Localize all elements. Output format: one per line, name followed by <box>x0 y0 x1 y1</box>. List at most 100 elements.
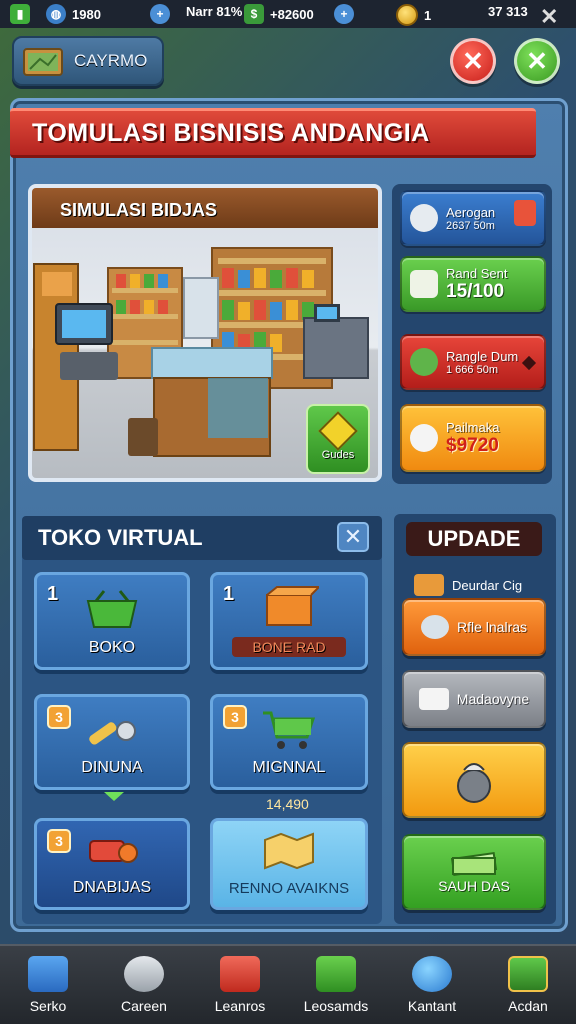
toolkit-icon <box>89 840 138 863</box>
diamond-icon <box>521 355 537 371</box>
nav-label: Leanros <box>214 998 266 1014</box>
toko-tile-mignnal[interactable]: 3 MIGNNAL <box>210 694 368 790</box>
tile-label: BONE RAD <box>232 637 346 657</box>
nav-item-leosamds[interactable]: Leosamds <box>288 946 384 1024</box>
tile-number: 3 <box>223 705 247 729</box>
nav-item-acdan[interactable]: Acdan <box>480 946 576 1024</box>
store-sign: SIMULASI BIDJAS <box>60 200 218 220</box>
side-card-pailmaka[interactable]: Pailmaka $9720 <box>400 404 546 472</box>
map-icon <box>264 832 314 870</box>
register-icon <box>410 270 438 298</box>
update-note: Deurdar Cig <box>414 574 522 596</box>
update-note-text: Deurdar Cig <box>452 577 523 593</box>
pot-icon <box>420 615 449 639</box>
toko-header: TOKO VIRTUAL <box>22 516 382 560</box>
confirm-button[interactable]: ✕ <box>514 38 560 84</box>
check-icon: ✕ <box>526 45 548 76</box>
stat-value-3: +82600 <box>270 6 314 22</box>
box-icon <box>266 586 319 626</box>
update-button-3[interactable] <box>402 742 546 818</box>
basket-icon <box>220 956 260 992</box>
update-button-1[interactable]: Rfle lnalras <box>402 598 546 656</box>
nav-label: Serko <box>29 998 67 1014</box>
nav-label: Careen <box>121 998 167 1014</box>
toko-tile-boko[interactable]: 1 BOKO <box>34 572 190 670</box>
map-icon <box>23 48 63 76</box>
tile-number: 1 <box>223 583 235 605</box>
nav-label: Acdan <box>508 998 548 1014</box>
toko-tile-bone-rad[interactable]: 1 BONE RAD <box>210 572 368 670</box>
toko-title: TOKO VIRTUAL <box>38 525 203 550</box>
cancel-button[interactable]: ✕ <box>450 38 496 84</box>
cart-icon <box>263 711 316 749</box>
close-icon[interactable]: ✕ <box>540 4 558 30</box>
toko-close-button[interactable]: ✕ <box>337 522 369 552</box>
toko-tile-renno-avaikns[interactable]: RENNO AVAIKNS <box>210 818 368 910</box>
close-icon: ✕ <box>343 524 363 549</box>
toko-tile-dinuna[interactable]: 3 DINUNA <box>34 694 190 790</box>
globe-icon <box>412 956 452 992</box>
update-button-label: SAUH DAS <box>438 878 510 894</box>
side-card-title: Rand Sent <box>446 265 508 281</box>
coin-icon <box>396 4 418 26</box>
toko-tile-dnabijas[interactable]: 3 DNABIJAS <box>34 818 190 910</box>
side-card-value: 1 666 50m <box>446 363 498 376</box>
store-scene: SIMULASI BIDJAS Gudes <box>28 184 382 482</box>
nav-item-leanros[interactable]: Leanros <box>192 946 288 1024</box>
side-card-aerogan[interactable]: Aerogan 2637 50m <box>400 190 546 246</box>
back-button-label: CAYRMO <box>74 51 148 70</box>
plus-icon[interactable]: + <box>150 4 170 24</box>
close-icon: ✕ <box>462 45 484 76</box>
key-icon <box>124 956 164 992</box>
side-card-rangle-dum[interactable]: Rangle Dum 1 666 50m <box>400 334 546 390</box>
side-card-title: Rangle Dum <box>446 348 519 364</box>
gear-icon <box>410 204 438 232</box>
box-icon <box>418 688 449 710</box>
bag-icon <box>457 763 491 803</box>
side-card-value: $9720 <box>446 434 499 456</box>
nav-item-serko[interactable]: Serko <box>0 946 96 1024</box>
flag-icon <box>514 200 536 226</box>
price-note: 14,490 <box>266 796 309 812</box>
back-button[interactable]: CAYRMO <box>12 36 164 86</box>
nav-label: Kantant <box>407 998 457 1014</box>
tile-label: DNABIJAS <box>72 879 152 896</box>
page-title: TOMULASI BISNISIS ANDANGIA <box>32 118 430 147</box>
tile-label: RENNO AVAIKNS <box>228 880 350 897</box>
stat-value-4: 37 313 <box>488 4 528 19</box>
status-bar: ▮ ◍ 1980 + Narr 81% $ +82600 + 1 37 313 … <box>0 0 576 30</box>
update-button-label: Rfle lnalras <box>456 619 528 635</box>
box-icon <box>414 574 444 596</box>
update-button-label: Madaovyne <box>456 691 530 707</box>
tools-icon <box>89 721 136 745</box>
vegetable-icon <box>410 348 438 376</box>
side-card-rand-sent[interactable]: Rand Sent 15/100 <box>400 256 546 312</box>
chevron-down-icon <box>104 792 124 801</box>
plus-icon[interactable]: + <box>334 4 354 24</box>
update-button-4[interactable]: SAUH DAS <box>402 834 546 910</box>
side-card-value: 15/100 <box>446 280 505 302</box>
app-icon: ▮ <box>10 4 30 24</box>
side-card-title: Pailmaka <box>446 419 500 435</box>
bag-icon <box>316 956 356 992</box>
nav-label: Leosamds <box>303 998 369 1014</box>
store-roof: SIMULASI BIDJAS <box>32 188 378 228</box>
tile-number: 3 <box>47 705 71 729</box>
nav-item-kantant[interactable]: Kantant <box>384 946 480 1024</box>
tile-label: BOKO <box>88 639 136 656</box>
side-card-value: 2637 50m <box>446 219 495 232</box>
side-card-title: Aerogan <box>446 204 496 220</box>
cash-icon: $ <box>244 4 264 24</box>
treasure-icon <box>508 956 548 992</box>
update-title: UPDADE <box>406 522 542 556</box>
teapot-icon <box>410 424 438 452</box>
stat-value-1: 1980 <box>72 6 101 22</box>
cash-stack-icon <box>450 852 498 876</box>
guides-button[interactable]: Gudes <box>306 404 370 474</box>
nav-item-careen[interactable]: Careen <box>96 946 192 1024</box>
tile-label: MIGNNAL <box>252 759 326 776</box>
tile-number: 3 <box>47 829 71 853</box>
update-button-2[interactable]: Madaovyne <box>402 670 546 728</box>
bottom-nav: Serko Careen Leanros Leosamds Kantant Ac… <box>0 944 576 1024</box>
basket-icon <box>28 956 68 992</box>
